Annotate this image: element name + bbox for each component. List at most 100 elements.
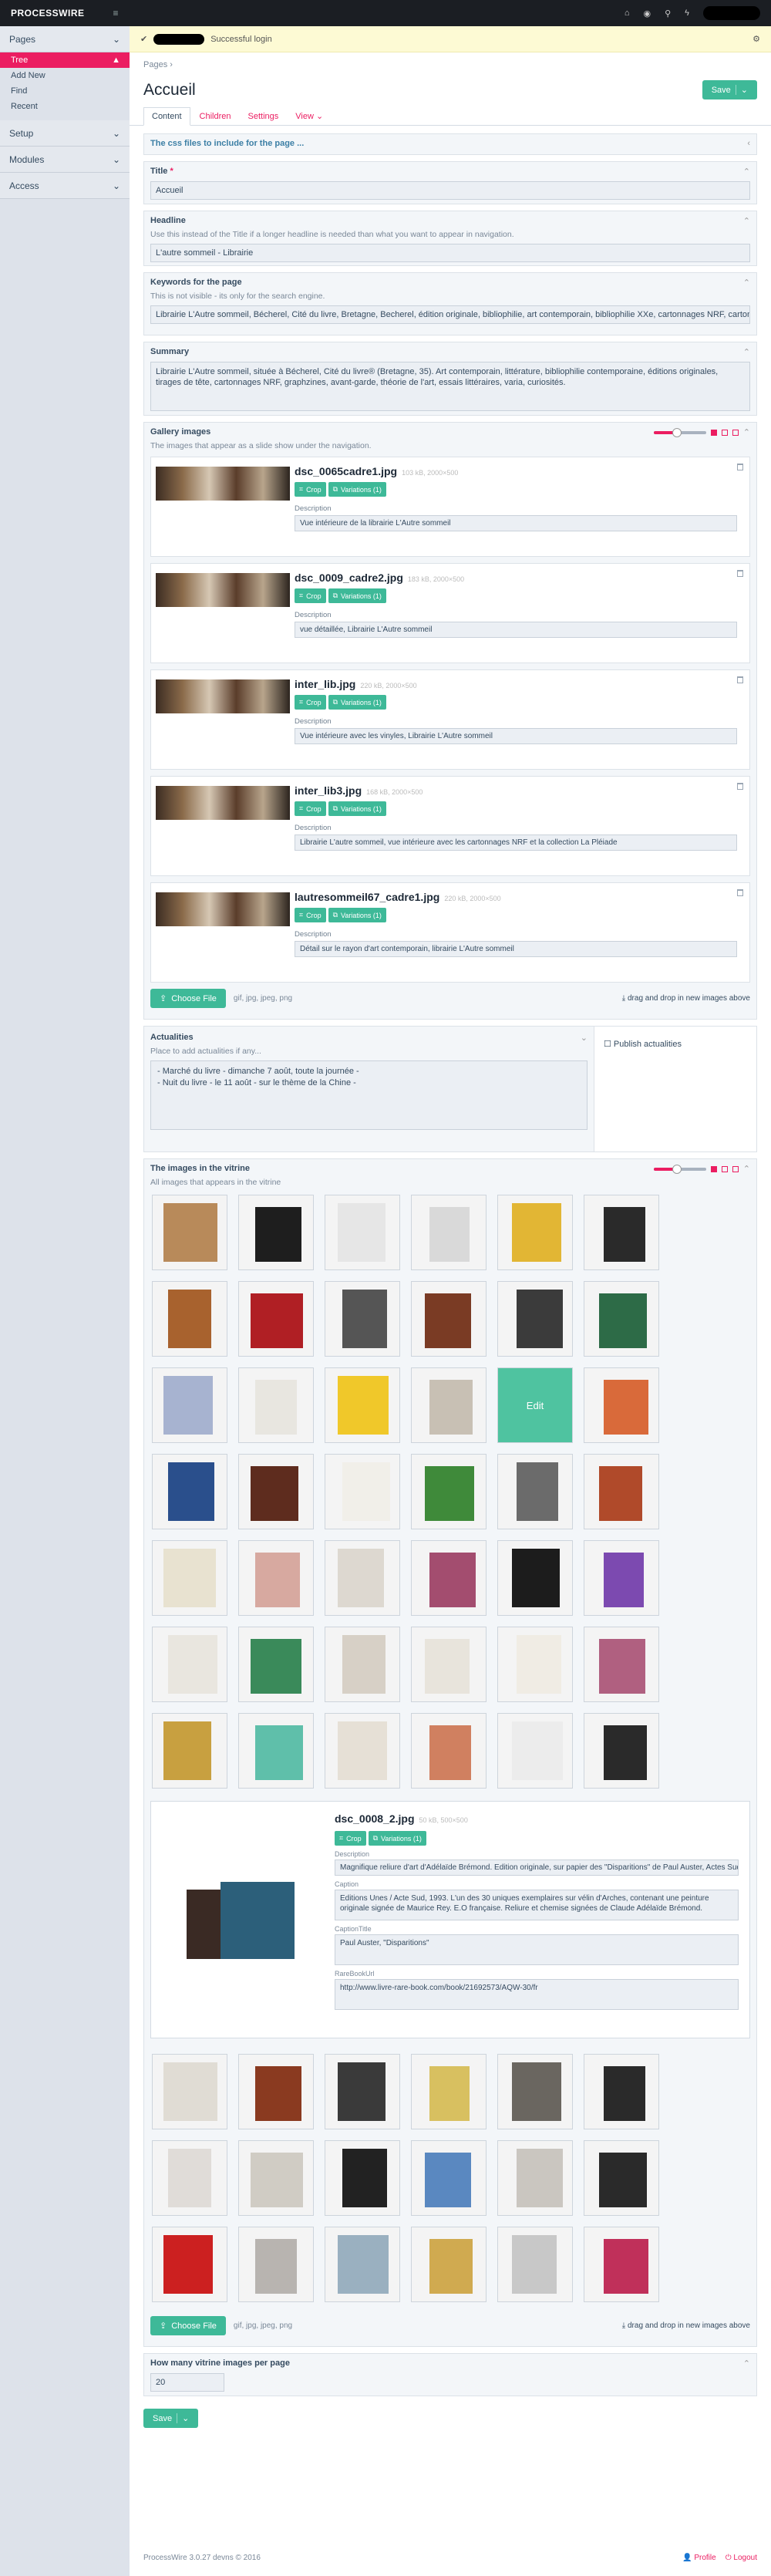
vitrine-thumb[interactable] (584, 1627, 659, 1702)
vitrine-thumb[interactable] (497, 1281, 573, 1357)
vitrine-thumb[interactable] (238, 1195, 314, 1270)
vitrine-thumb[interactable] (411, 1627, 487, 1702)
vitrine-thumb[interactable] (152, 2227, 227, 2302)
brand[interactable]: PROCESSWIRE ≡ (0, 8, 130, 19)
title-input[interactable]: Accueil (150, 181, 750, 200)
vitrine-thumb[interactable] (152, 1627, 227, 1702)
chevron-up-icon[interactable]: ⌃ (743, 427, 750, 437)
variations-button[interactable]: ⧉ Variations (1) (328, 695, 386, 710)
sidebar-sub-find[interactable]: Find (0, 83, 130, 99)
vitrine-thumb[interactable] (238, 1281, 314, 1357)
publish-checkbox[interactable]: ☐ Publish actualities (604, 1040, 682, 1049)
list-icon[interactable] (721, 1165, 728, 1172)
vitrine-thumb[interactable] (497, 1540, 573, 1616)
vitrine-thumb[interactable] (152, 1195, 227, 1270)
vitrine-thumb[interactable] (497, 1627, 573, 1702)
vitrine-thumb[interactable] (325, 1627, 400, 1702)
grid-icon[interactable] (710, 1165, 717, 1172)
vitrine-thumb[interactable] (325, 1540, 400, 1616)
vitrine-thumb[interactable]: Edit (497, 1367, 573, 1443)
sidebar-sub-recent[interactable]: Recent (0, 99, 130, 114)
breadcrumb[interactable]: Pages › (130, 52, 771, 77)
vitrine-thumb[interactable] (584, 1367, 659, 1443)
vitrine-thumb[interactable] (584, 1281, 659, 1357)
vitrine-thumb[interactable] (411, 1195, 487, 1270)
vitrine-thumb[interactable] (584, 2140, 659, 2216)
vitrine-thumb[interactable] (497, 2227, 573, 2302)
vitrine-thumb[interactable] (152, 1281, 227, 1357)
vitrine-thumb[interactable] (238, 2227, 314, 2302)
vitrine-thumb[interactable] (238, 2140, 314, 2216)
gallery-thumb[interactable] (156, 573, 290, 607)
vitrine-thumb[interactable] (152, 1713, 227, 1789)
vitrine-thumb[interactable] (411, 2140, 487, 2216)
vitrine-thumb[interactable] (152, 1367, 227, 1443)
actualities-textarea[interactable]: - Marché du livre - dimanche 7 août, tou… (150, 1060, 588, 1130)
home-icon[interactable]: ⌂ (625, 8, 630, 18)
desc-input[interactable]: Librairie L'autre sommeil, vue intérieur… (295, 835, 737, 851)
save-button-bottom[interactable]: Save ⌄ (143, 2409, 199, 2428)
vitrine-thumb[interactable] (238, 2054, 314, 2129)
perpage-input[interactable]: 20 (150, 2373, 224, 2392)
gallery-image-card[interactable]: dsc_0009_cadre2.jpg 183 kB, 2000×500 ⌗ Crop… (150, 563, 750, 663)
crop-button[interactable]: ⌗ Crop (335, 1831, 366, 1846)
chevron-up-icon[interactable]: ⌃ (743, 278, 750, 288)
breadcrumb-pages[interactable]: Pages (143, 60, 167, 69)
desc-input[interactable]: Vue intérieure avec les vinyles, Librair… (295, 728, 737, 744)
sidebar-item-access[interactable]: Access ⌄ (0, 173, 130, 199)
detail-icon[interactable] (732, 1165, 739, 1172)
chevron-up-icon[interactable]: ⌃ (743, 216, 750, 226)
chevron-up-icon[interactable]: ⌃ (743, 2359, 750, 2369)
crop-button[interactable]: ⌗ Crop (295, 482, 326, 497)
desc-input[interactable]: vue détaillée, Librairie L'Autre sommeil (295, 622, 737, 638)
vitrine-thumb[interactable] (497, 1454, 573, 1529)
variations-button[interactable]: ⧉ Variations (1) (328, 908, 386, 922)
detail-icon[interactable] (732, 429, 739, 436)
sidebar-item-setup[interactable]: Setup ⌄ (0, 120, 130, 147)
css-field-label[interactable]: The css files to include for the page ..… (150, 139, 304, 148)
brand-logo[interactable]: PROCESSWIRE (11, 8, 85, 19)
vitrine-thumb[interactable] (411, 1367, 487, 1443)
vitrine-thumb[interactable] (152, 2054, 227, 2129)
gallery-image-card[interactable]: dsc_0065cadre1.jpg 103 kB, 2000×500 ⌗ Crop ⧉… (150, 457, 750, 557)
vitrine-thumb[interactable] (325, 2227, 400, 2302)
gear-icon[interactable]: ⚙ (752, 34, 760, 44)
crop-button[interactable]: ⌗ Crop (295, 908, 326, 922)
chevron-up-icon[interactable]: ⌃ (743, 347, 750, 357)
gallery-image-card[interactable]: lautresommeil67_cadre1.jpg 220 kB, 2000×5… (150, 882, 750, 983)
gallery-image-card[interactable]: inter_lib.jpg 220 kB, 2000×500 ⌗ Crop ⧉ Varia… (150, 669, 750, 770)
trash-icon[interactable] (737, 889, 743, 896)
desc-input[interactable]: Vue intérieure de la librairie L'Autre s… (295, 515, 737, 531)
profile-link[interactable]: 👤 Profile (682, 2554, 716, 2562)
crop-button[interactable]: ⌗ Crop (295, 695, 326, 710)
user-menu[interactable] (703, 6, 760, 20)
chevron-down-icon[interactable]: ⌄ (581, 1033, 588, 1043)
gallery-thumb[interactable] (156, 786, 290, 820)
vitrine-thumb[interactable] (238, 1713, 314, 1789)
vitrine-thumb[interactable] (584, 1540, 659, 1616)
vitrine-thumb[interactable] (497, 2140, 573, 2216)
vitrine-thumb[interactable] (584, 2054, 659, 2129)
vitrine-thumb[interactable] (152, 1454, 227, 1529)
crop-button[interactable]: ⌗ Crop (295, 801, 326, 816)
vitrine-thumb[interactable] (238, 1540, 314, 1616)
vitrine-thumb[interactable] (497, 1195, 573, 1270)
choose-file-button[interactable]: ⇪ Choose File (150, 989, 226, 1008)
vitrine-thumb[interactable] (325, 2054, 400, 2129)
gallery-thumb[interactable] (156, 892, 290, 926)
trash-icon[interactable] (737, 676, 743, 683)
sidebar-item-pages[interactable]: Pages ⌄ (0, 26, 130, 52)
list-icon[interactable] (721, 429, 728, 436)
vitrine-thumb[interactable] (238, 1454, 314, 1529)
vitrine-thumb[interactable] (497, 1713, 573, 1789)
sidebar-item-modules[interactable]: Modules ⌄ (0, 147, 130, 173)
headline-input[interactable]: L'autre sommeil - Librairie (150, 244, 750, 262)
chevron-down-icon[interactable]: ⌄ (177, 2413, 189, 2423)
summary-textarea[interactable]: Librairie L'Autre sommeil, située à Béch… (150, 362, 750, 411)
image-detail-preview[interactable] (162, 1812, 327, 2021)
vitrine-thumb[interactable] (325, 2140, 400, 2216)
sidebar-sub-add-new[interactable]: Add New (0, 68, 130, 83)
gallery-thumb[interactable] (156, 467, 290, 501)
vitrine-thumb[interactable] (238, 1627, 314, 1702)
vitrine-thumb[interactable] (411, 2054, 487, 2129)
